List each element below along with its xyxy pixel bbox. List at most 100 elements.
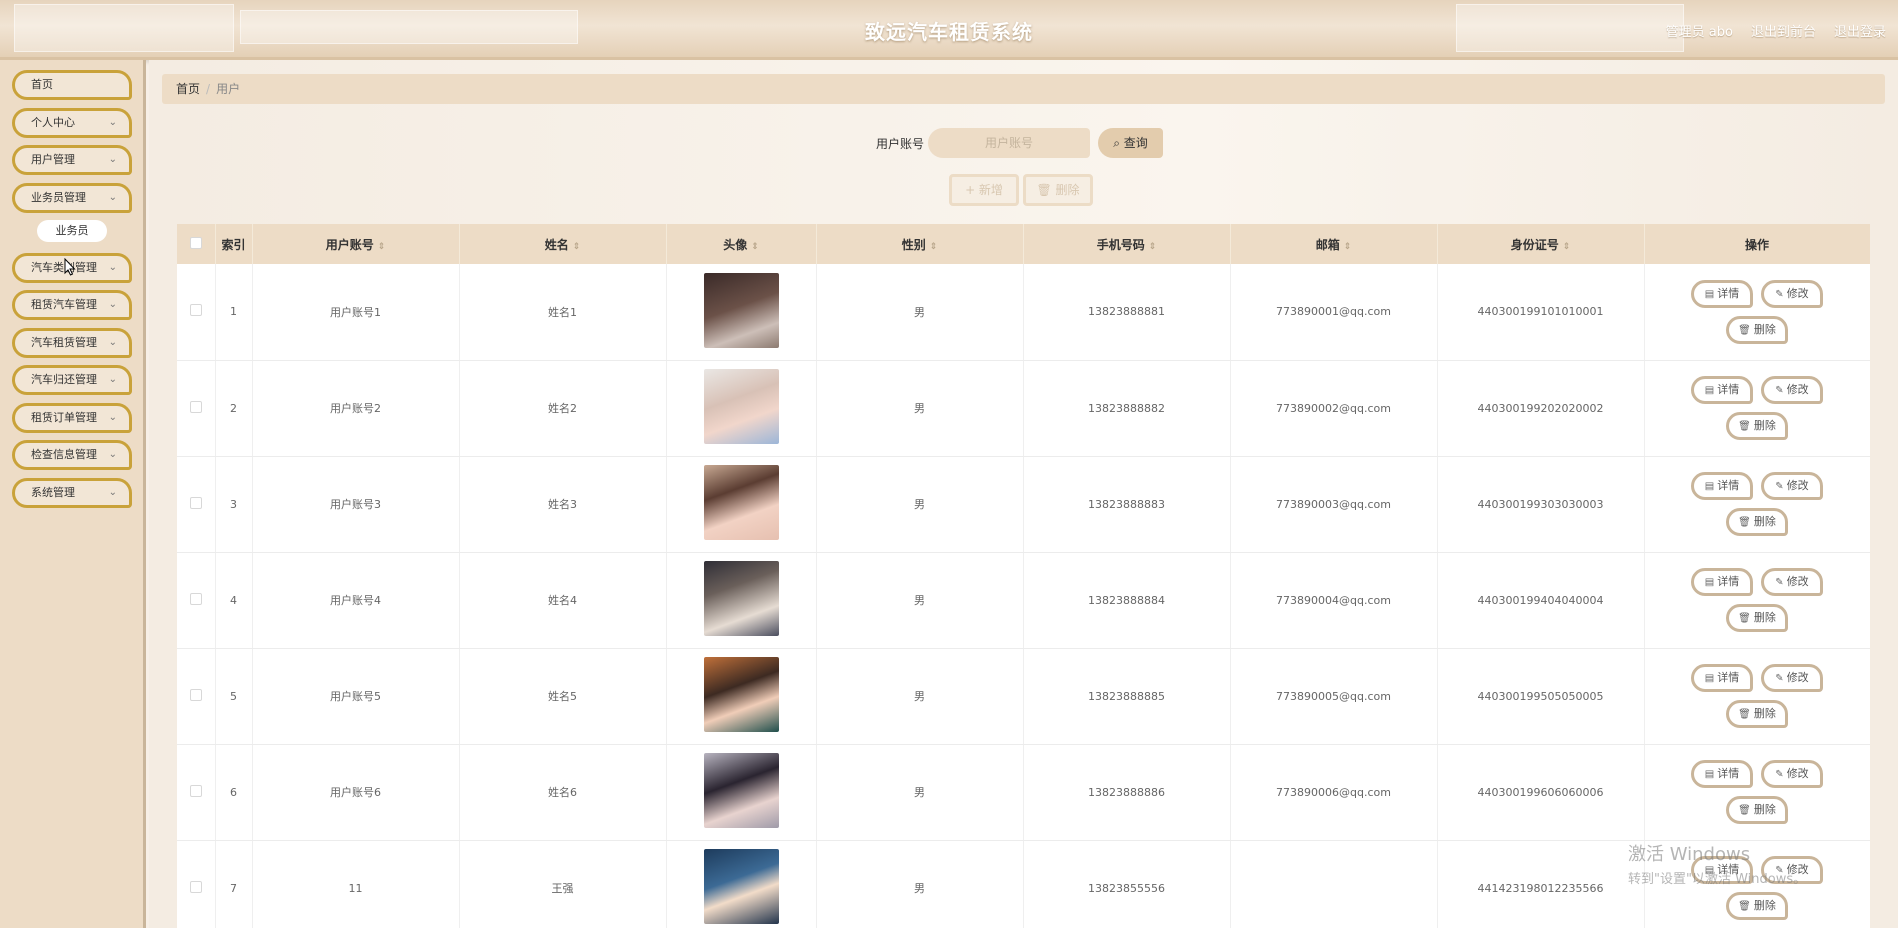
edit-button[interactable]: ✎ 修改	[1761, 472, 1823, 500]
delete-button[interactable]: 🗑 删除	[1726, 315, 1788, 344]
cell-email: 773890003@qq.com	[1230, 456, 1438, 553]
cell-phone: 13823888882	[1023, 360, 1231, 457]
sort-icon[interactable]: ⇕	[751, 242, 759, 252]
sidebar: 首页 个人中心 ⌄ 用户管理 ⌄ 业务员管理 ⌄ 业务员 汽车类别管理 ⌄ 租赁汽车管理…	[0, 60, 146, 928]
cell-email: 773890005@qq.com	[1230, 648, 1438, 745]
detail-button[interactable]: ▤ 详情	[1691, 664, 1753, 692]
edit-button[interactable]: ✎ 修改	[1761, 760, 1823, 788]
top-header: 致远汽车租赁系统 管理员 abo 退出到前台 退出登录	[0, 0, 1898, 60]
sidebar-item-label: 用户管理	[31, 153, 75, 166]
cell-name: 姓名3	[459, 456, 667, 553]
sort-icon[interactable]: ⇕	[1344, 242, 1352, 252]
row-checkbox[interactable]	[189, 592, 202, 605]
row-checkbox[interactable]	[189, 496, 202, 509]
detail-button[interactable]: ▤ 详情	[1691, 376, 1753, 404]
cell-account: 用户账号4	[252, 552, 460, 649]
row-checkbox[interactable]	[189, 304, 202, 317]
sort-icon[interactable]: ⇕	[1563, 242, 1571, 252]
chevron-down-icon: ⌄	[108, 374, 117, 385]
sidebar-subitem-salesman[interactable]: 业务员	[37, 220, 107, 242]
detail-button[interactable]: ▤ 详情	[1691, 279, 1753, 308]
delete-label: 删除	[1753, 322, 1776, 336]
column-header-name[interactable]: 姓名 ⇕	[459, 224, 667, 264]
sidebar-item-users[interactable]: 用户管理 ⌄	[12, 145, 132, 175]
column-header-phone[interactable]: 手机号码 ⇕	[1023, 224, 1231, 264]
row-actions: ▤ 详情 ✎ 修改 🗑 删除	[1682, 472, 1832, 536]
cell-gender: 男	[816, 264, 1024, 361]
row-checkbox[interactable]	[189, 880, 202, 893]
chevron-down-icon: ⌄	[108, 262, 117, 273]
row-checkbox[interactable]	[189, 688, 202, 701]
avatar[interactable]	[703, 272, 779, 348]
avatar[interactable]	[703, 657, 779, 732]
sort-icon[interactable]: ⇕	[930, 242, 938, 252]
cell-account: 用户账号3	[252, 456, 460, 553]
detail-label: 详情	[1717, 767, 1740, 780]
search-input[interactable]	[928, 128, 1090, 158]
avatar[interactable]	[703, 753, 779, 828]
sort-icon[interactable]: ⇕	[1149, 242, 1157, 252]
cell-idcard: 440300199303030003	[1437, 456, 1645, 553]
edit-button[interactable]: ✎ 修改	[1761, 664, 1823, 692]
sidebar-item-system[interactable]: 系统管理 ⌄	[12, 478, 132, 508]
edit-label: 修改	[1786, 383, 1809, 396]
column-header-index: 索引	[215, 224, 253, 264]
exit-to-front-link[interactable]: 退出到前台	[1751, 21, 1816, 40]
edit-icon: ✎	[1775, 385, 1784, 396]
delete-button[interactable]: 🗑 删除	[1726, 892, 1788, 920]
sidebar-item-salesman[interactable]: 业务员管理 ⌄	[12, 183, 132, 213]
row-checkbox[interactable]	[189, 400, 202, 413]
breadcrumb-home[interactable]: 首页	[176, 82, 200, 96]
sidebar-item-car-return[interactable]: 汽车归还管理 ⌄	[12, 365, 132, 395]
breadcrumb-separator: /	[206, 82, 211, 96]
cell-idcard: 440300199101010001	[1437, 264, 1645, 361]
chevron-down-icon: ⌄	[108, 299, 117, 310]
column-header-gender[interactable]: 性别 ⇕	[816, 224, 1024, 264]
sidebar-item-rental-orders[interactable]: 租赁订单管理 ⌄	[12, 403, 132, 433]
select-all-checkbox[interactable]	[189, 236, 202, 249]
avatar[interactable]	[703, 849, 779, 924]
table-row: 5 用户账号5 姓名5 男 13823888885 773890005@qq.com 440…	[177, 648, 1870, 745]
logout-link[interactable]: 退出登录	[1834, 21, 1886, 40]
table-row: 4 用户账号4 姓名4 男 13823888884 773890004@qq.com 440…	[177, 552, 1870, 649]
sidebar-item-profile[interactable]: 个人中心 ⌄	[12, 108, 132, 138]
avatar[interactable]	[703, 465, 779, 540]
cell-gender: 男	[816, 744, 1024, 841]
delete-button[interactable]: 🗑 删除	[1726, 604, 1788, 632]
column-header-label: 姓名	[544, 237, 569, 252]
cell-actions: ▤ 详情 ✎ 修改 🗑 删除	[1644, 456, 1870, 553]
sort-icon[interactable]: ⇕	[573, 242, 581, 252]
column-header-account[interactable]: 用户账号 ⇕	[252, 224, 460, 264]
sort-icon[interactable]: ⇕	[378, 242, 386, 252]
delete-button[interactable]: 🗑 删除	[1726, 508, 1788, 536]
detail-button[interactable]: ▤ 详情	[1691, 472, 1753, 500]
delete-button[interactable]: 🗑 删除	[1726, 412, 1788, 440]
avatar[interactable]	[703, 561, 779, 636]
avatar[interactable]	[703, 369, 779, 444]
edit-button[interactable]: ✎ 修改	[1761, 568, 1823, 596]
detail-button[interactable]: ▤ 详情	[1691, 760, 1753, 788]
main-content: 首页 / 用户 用户账号 ⌕ 查询 + 新增 🗑 删除 索引 用户账号 ⇕ 姓名 ⇕ 头…	[149, 60, 1898, 928]
detail-button[interactable]: ▤ 详情	[1691, 568, 1753, 596]
row-checkbox[interactable]	[189, 784, 202, 797]
breadcrumb-current: 用户	[216, 82, 241, 96]
add-button[interactable]: + 新增	[949, 174, 1019, 206]
edit-button[interactable]: ✎ 修改	[1761, 376, 1823, 404]
delete-button[interactable]: 🗑 删除	[1726, 700, 1788, 728]
column-header-avatar[interactable]: 头像 ⇕	[666, 224, 817, 264]
query-button[interactable]: ⌕ 查询	[1098, 128, 1163, 158]
cell-actions: ▤ 详情 ✎ 修改 🗑 删除	[1644, 552, 1870, 649]
trash-icon: 🗑	[1036, 183, 1052, 197]
edit-button[interactable]: ✎ 修改	[1761, 279, 1823, 308]
header-user-area: 管理员 abo 退出到前台 退出登录	[1666, 21, 1886, 40]
cell-idcard: 441423198012235566	[1437, 840, 1645, 928]
batch-delete-button[interactable]: 🗑 删除	[1023, 174, 1093, 206]
sidebar-item-inspection[interactable]: 检查信息管理 ⌄	[12, 440, 132, 470]
column-header-idcard[interactable]: 身份证号 ⇕	[1437, 224, 1645, 264]
sidebar-item-home[interactable]: 首页	[12, 70, 132, 100]
column-header-email[interactable]: 邮箱 ⇕	[1230, 224, 1438, 264]
sidebar-item-rental-cars[interactable]: 租赁汽车管理 ⌄	[12, 290, 132, 320]
sidebar-item-car-rental[interactable]: 汽车租赁管理 ⌄	[12, 328, 132, 358]
cell-name: 姓名5	[459, 648, 667, 745]
delete-button[interactable]: 🗑 删除	[1726, 796, 1788, 824]
